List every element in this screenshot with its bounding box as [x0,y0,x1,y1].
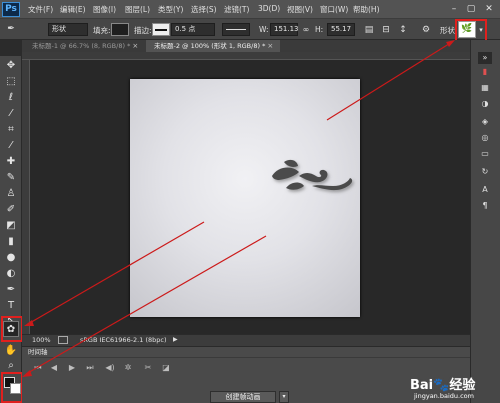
height-label: H: [315,25,324,34]
adjustments-panel-icon[interactable]: ◑ [478,98,492,110]
hand-tool-icon[interactable]: ✋ [3,343,19,359]
stroke-line-icon [155,29,167,31]
baidu-jingyan-watermark: Bai🐾经验 [410,378,476,393]
path-alignment-icon[interactable]: ⊟ [380,24,392,36]
color-panel-icon[interactable]: ▮ [478,66,492,78]
history-panel-icon[interactable]: ↻ [478,166,492,178]
eraser-tool-icon[interactable]: ◩ [3,218,19,234]
next-frame-icon[interactable]: ⏭ [84,362,96,374]
watermark-url: jingyan.baidu.com [414,392,474,400]
stroke-type-select[interactable] [222,23,250,36]
create-frame-animation-button[interactable]: 创建帧动画 [210,391,276,403]
fill-swatch[interactable] [111,23,129,36]
clone-stamp-tool-icon[interactable]: ♙ [3,186,19,202]
menu-help[interactable]: 帮助(H) [353,4,380,16]
right-panel-dock [470,40,500,403]
menu-3d[interactable]: 3D(D) [258,4,280,16]
document-canvas[interactable] [130,79,360,317]
custom-shape-tool-highlight [1,316,23,342]
crop-tool-icon[interactable]: ⌗ [3,122,19,138]
blur-tool-icon[interactable]: ● [3,250,19,266]
menu-view[interactable]: 视图(V) [287,4,313,16]
lasso-tool-icon[interactable]: ℓ [3,90,19,106]
menu-image[interactable]: 图像(I) [93,4,116,16]
maximize-button[interactable]: ▢ [463,3,479,16]
stroke-swatch[interactable] [152,23,170,36]
audio-icon[interactable]: ◀) [104,362,116,374]
gear-icon[interactable]: ⚙ [420,24,432,36]
close-window-button[interactable]: ✕ [481,3,497,16]
tab-document-1[interactable]: 未标题-1 @ 66.7% (8, RGB/8) * × [24,40,146,52]
photoshop-logo: Ps [2,2,20,17]
stroke-width-field[interactable]: 0.5 点 [171,23,215,36]
healing-brush-tool-icon[interactable]: ✚ [3,154,19,170]
document-profile: sRGB IEC61966-2.1 (8bpc) [80,336,167,344]
path-arrangement-icon[interactable]: ↕ [397,24,409,36]
menu-select[interactable]: 选择(S) [191,4,217,16]
shape-picker-highlight [455,19,487,42]
channels-panel-icon[interactable]: ◎ [478,132,492,144]
menu-window[interactable]: 窗口(W) [320,4,348,16]
width-label: W: [259,25,269,34]
height-field[interactable]: 55.17 [327,23,355,36]
fill-label: 填充: [93,26,111,35]
play-icon[interactable]: ▶ [66,362,78,374]
close-tab-icon[interactable]: × [132,42,138,50]
properties-panel-icon[interactable]: A [478,184,492,196]
zoom-level[interactable]: 100% [32,335,51,345]
menu-filter[interactable]: 滤镜(T) [224,4,249,16]
stroke-label: 描边: [134,26,152,35]
pen-tool-preset-icon[interactable]: ✒ [3,23,19,37]
history-brush-tool-icon[interactable]: ✐ [3,202,19,218]
settings-icon[interactable]: ✲ [122,362,134,374]
minimize-button[interactable]: – [446,3,462,16]
paths-panel-icon[interactable]: ▭ [478,148,492,160]
first-frame-icon[interactable]: ⏮ [32,362,44,374]
mode-select[interactable]: 形状 [48,23,88,36]
split-icon[interactable]: ✂ [142,362,154,374]
menu-file[interactable]: 文件(F) [28,4,53,16]
tab-label: 未标题-1 @ 66.7% (8, RGB/8) * [32,42,131,50]
menu-layer[interactable]: 图层(L) [125,4,150,16]
link-icon[interactable]: ∞ [300,24,312,36]
eyedropper-tool-icon[interactable]: ⁄ [3,138,19,154]
menu-edit[interactable]: 编辑(E) [60,4,86,16]
timeline-divider [30,357,470,358]
timeline-tab[interactable]: 时间轴 [28,347,58,357]
tab-document-2[interactable]: 未标题-2 @ 100% (形状 1, RGB/8) * × [146,40,280,52]
gradient-tool-icon[interactable]: ▮ [3,234,19,250]
horizontal-ruler [22,52,470,60]
pen-tool-icon[interactable]: ✒ [3,282,19,298]
vertical-ruler [22,60,30,334]
menu-type[interactable]: 类型(Y) [158,4,183,16]
paragraph-panel-icon[interactable]: ¶ [478,200,492,212]
tab-label: 未标题-2 @ 100% (形状 1, RGB/8) * [154,42,266,50]
stroke-type-icon [226,29,246,30]
panel-collapse-icon[interactable]: » [478,52,492,64]
transition-icon[interactable]: ◪ [160,362,172,374]
type-tool-icon[interactable]: T [3,298,19,314]
close-tab-icon[interactable]: × [267,42,273,50]
status-menu-arrow[interactable]: ▶ [173,335,178,345]
width-field[interactable]: 151.13 [270,23,299,36]
dodge-tool-icon[interactable]: ◐ [3,266,19,282]
layers-panel-icon[interactable]: ◈ [478,116,492,128]
color-swatches-highlight [1,372,23,403]
marquee-tool-icon[interactable]: ⬚ [3,74,19,90]
status-preview-icon[interactable] [58,336,68,344]
swatches-panel-icon[interactable]: ▦ [478,82,492,94]
chevron-down-icon[interactable]: ▾ [279,391,289,403]
previous-frame-icon[interactable]: ◀ [48,362,60,374]
brush-tool-icon[interactable]: ✎ [3,170,19,186]
path-operations-icon[interactable]: ▤ [363,24,375,36]
move-tool-icon[interactable]: ✥ [3,58,19,74]
quick-selection-tool-icon[interactable]: ⁄ [3,106,19,122]
